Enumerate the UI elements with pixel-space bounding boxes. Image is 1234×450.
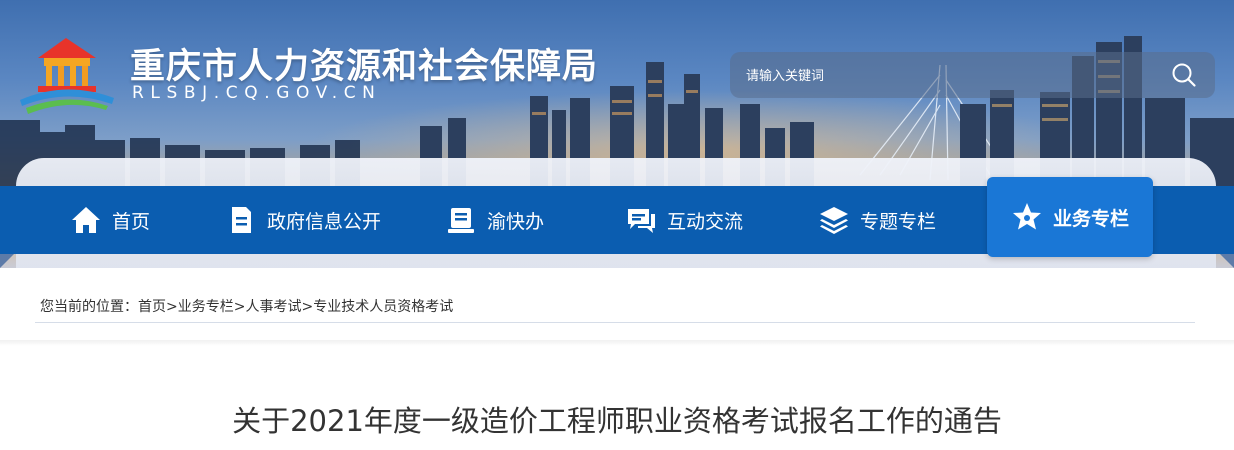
document-icon (232, 207, 251, 233)
breadcrumb-divider (35, 322, 1195, 323)
breadcrumb: 您当前的位置：首页>业务专栏>人事考试>专业技术人员资格考试 (40, 296, 453, 316)
bureau-logo-icon (20, 38, 114, 114)
nav-item-yukuaiban[interactable]: 渝快办 (445, 186, 544, 254)
nav-item-label: 业务专栏 (1053, 207, 1130, 230)
nav-fold-left (0, 254, 14, 268)
breadcrumb-separator: > (301, 299, 314, 315)
nav-item-label: 首页 (112, 210, 151, 233)
search-box (730, 52, 1215, 98)
nav-item-label: 互动交流 (667, 210, 744, 233)
breadcrumb-link-qualification-exam[interactable]: 专业技术人员资格考试 (313, 299, 453, 315)
section-divider (0, 340, 1234, 346)
article-title: 关于2021年度一级造价工程师职业资格考试报名工作的通告 (232, 404, 1002, 438)
nav-item-label: 专题专栏 (860, 210, 937, 233)
nav-item-interaction[interactable]: 互动交流 (625, 186, 743, 254)
layers-icon (820, 207, 848, 234)
service-icon (448, 208, 474, 233)
breadcrumb-prefix: 您当前的位置： (40, 299, 138, 315)
home-icon (72, 207, 100, 233)
nav-fold-right (1220, 254, 1234, 268)
breadcrumb-separator: > (233, 299, 246, 315)
breadcrumb-link-personnel-exam[interactable]: 人事考试 (245, 299, 301, 315)
nav-item-label: 政府信息公开 (267, 210, 382, 233)
breadcrumb-separator: > (166, 299, 178, 315)
search-icon[interactable] (1171, 62, 1197, 88)
breadcrumb-link-business[interactable]: 业务专栏 (178, 299, 234, 315)
site-title: 重庆市人力资源和社会保障局 (130, 47, 599, 87)
chat-icon (628, 209, 655, 233)
site-domain: RLSBJ.CQ.GOV.CN (132, 83, 382, 103)
nav-item-gov-info[interactable]: 政府信息公开 (225, 186, 381, 254)
breadcrumb-link-home[interactable]: 首页 (138, 299, 166, 315)
star-icon (1013, 203, 1041, 230)
nav-item-home[interactable]: 首页 (70, 186, 150, 254)
search-input[interactable] (744, 63, 1148, 89)
main-nav: 首页 政府信息公开 渝快办 互动交流 专题专栏 业务专栏 (0, 177, 1234, 257)
nav-item-special-topics[interactable]: 专题专栏 (818, 186, 936, 254)
nav-item-label: 渝快办 (487, 210, 545, 233)
nav-item-business[interactable]: 业务专栏 (987, 177, 1154, 257)
